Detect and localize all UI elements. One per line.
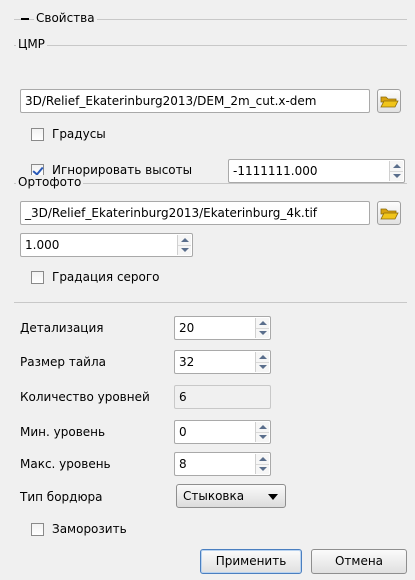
spin-arrows-icon[interactable]: [255, 422, 269, 442]
dem-path-input[interactable]: 3D/Relief_Ekaterinburg2013/DEM_2m_cut.x-…: [20, 89, 370, 113]
spin-arrows-icon[interactable]: [255, 454, 269, 474]
spin-arrows-icon[interactable]: [389, 161, 403, 181]
min-level-label: Мин. уровень: [20, 425, 106, 439]
max-level-spinbox[interactable]: 8: [174, 452, 271, 476]
folder-open-icon: [380, 96, 399, 108]
detail-label: Детализация: [20, 321, 104, 335]
levels-count-value: 6: [179, 390, 187, 404]
detail-value: 20: [179, 321, 195, 335]
ignore-heights-value: -1111111.000: [233, 164, 318, 178]
cancel-button[interactable]: Отмена: [311, 549, 407, 574]
max-level-label: Макс. уровень: [20, 457, 111, 471]
grayscale-label: Градация серого: [52, 270, 160, 284]
freeze-label: Заморозить: [52, 522, 127, 536]
properties-title: Свойства: [34, 11, 97, 25]
min-level-spinbox[interactable]: 0: [174, 420, 271, 444]
minus-icon[interactable]: [21, 18, 29, 20]
dem-browse-button[interactable]: [377, 89, 401, 113]
freeze-checkbox[interactable]: [31, 523, 44, 536]
folder-open-icon: [380, 208, 399, 220]
border-type-dropdown[interactable]: Стыковка: [176, 484, 286, 508]
spin-arrows-icon[interactable]: [255, 352, 269, 372]
min-level-value: 0: [179, 425, 187, 439]
orthophoto-scale-spinbox[interactable]: 1.000: [20, 233, 193, 257]
detail-spinbox[interactable]: 20: [174, 316, 271, 340]
orthophoto-title: Ортофото: [16, 175, 84, 189]
max-level-value: 8: [179, 457, 187, 471]
degrees-label: Градусы: [52, 127, 106, 141]
tile-size-label: Размер тайла: [20, 355, 107, 369]
tile-size-value: 32: [179, 355, 195, 369]
spin-arrows-icon[interactable]: [255, 318, 269, 338]
orthophoto-path-input[interactable]: _3D/Relief_Ekaterinburg2013/Ekaterinburg…: [20, 201, 370, 225]
orthophoto-browse-button[interactable]: [377, 201, 401, 225]
levels-count-label: Количество уровней: [20, 390, 150, 404]
dem-title: ЦМР: [16, 37, 47, 51]
grayscale-checkbox[interactable]: [31, 271, 44, 284]
section-separator: [14, 302, 407, 303]
ignore-heights-spinbox[interactable]: -1111111.000: [228, 159, 405, 183]
border-type-label: Тип бордюра: [20, 490, 103, 504]
degrees-checkbox[interactable]: [31, 128, 44, 141]
dem-group-line: [14, 45, 407, 46]
border-type-value: Стыковка: [183, 489, 245, 503]
orthophoto-scale-value: 1.000: [25, 238, 60, 252]
spin-arrows-icon[interactable]: [177, 235, 191, 255]
apply-button[interactable]: Применить: [200, 549, 302, 574]
chevron-down-icon: [268, 494, 278, 500]
levels-count-field: 6: [174, 385, 271, 409]
tile-size-spinbox[interactable]: 32: [174, 350, 271, 374]
